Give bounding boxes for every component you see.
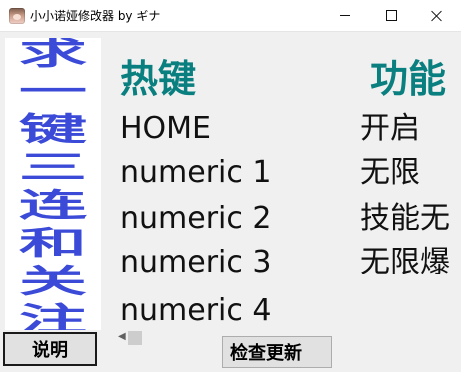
header-hotkey: 热键 [120, 57, 197, 101]
vertical-banner: 求 一 键 三 连 和 关 注 [5, 38, 101, 330]
hotkey-label: HOME [120, 111, 212, 146]
title-bar: 小小诺娅修改器 by ギナ [0, 0, 461, 32]
hotkey-panel: 热键 功能 HOME 开启 numeric 1 无限 numeric 2 技能无… [102, 32, 457, 330]
header-function: 功能 [370, 57, 447, 101]
hotkey-label: numeric 3 [120, 245, 272, 275]
check-update-button[interactable]: 检查更新 [222, 336, 332, 368]
function-label: 技能无 [360, 201, 450, 236]
app-icon [9, 8, 25, 24]
hotkey-label: numeric 1 [120, 155, 272, 190]
banner-char: 一 [18, 73, 88, 110]
hotkey-label: numeric 2 [120, 201, 272, 236]
banner-char: 连 [18, 187, 88, 224]
minimize-icon [340, 15, 350, 16]
scroll-left-icon[interactable]: ◀ [118, 331, 126, 342]
function-label: 开启 [360, 111, 420, 146]
minimize-button[interactable] [322, 0, 368, 31]
explain-button[interactable]: 说明 [3, 332, 97, 366]
window-title: 小小诺娅修改器 by ギナ [30, 9, 161, 23]
function-label: 无限 [360, 155, 420, 190]
close-icon [431, 10, 443, 22]
hotkey-label: numeric 4 [120, 293, 272, 328]
function-label: 无限爆 [360, 245, 450, 275]
close-button[interactable] [414, 0, 460, 31]
banner-char: 键 [18, 111, 88, 148]
scroll-thumb[interactable] [128, 331, 142, 345]
row-clip: numeric 3 无限爆 [102, 244, 457, 275]
banner-char: 关 [18, 263, 88, 300]
maximize-icon [385, 10, 397, 21]
banner-char: 注 [18, 301, 88, 330]
banner-char: 求 [18, 38, 88, 72]
banner-char: 三 [18, 149, 88, 186]
banner-char: 和 [18, 225, 88, 262]
maximize-button[interactable] [368, 0, 414, 31]
